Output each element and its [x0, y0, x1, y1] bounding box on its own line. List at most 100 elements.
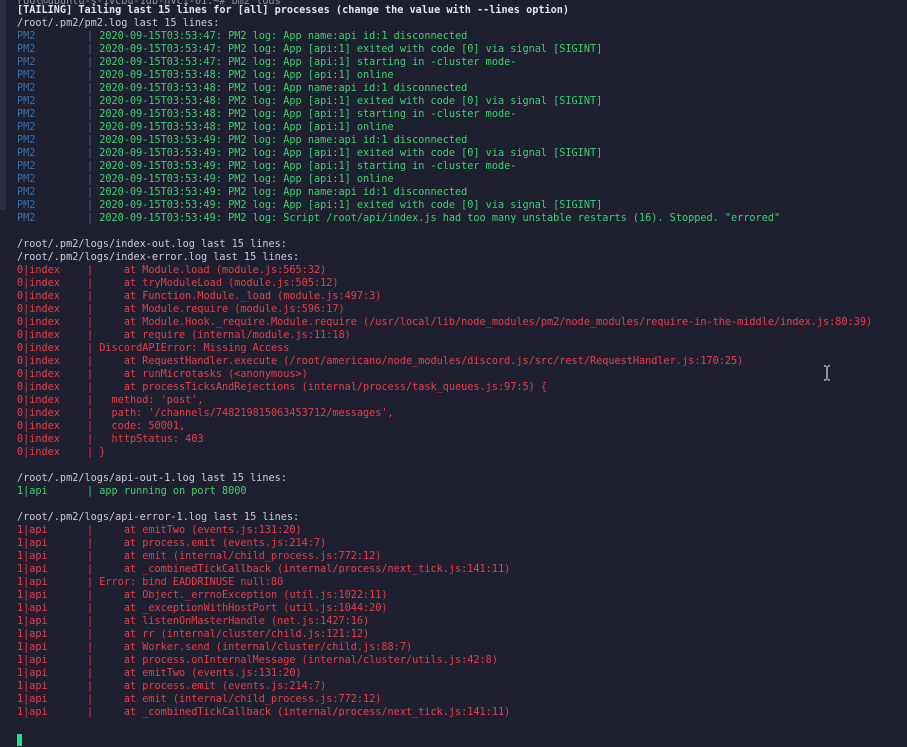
prefix-separator: |: [87, 395, 100, 406]
log-text: 2020-09-15T03:53:48: PM2 log: App name:a…: [99, 83, 468, 94]
log-line: 1|api | at emitTwo (events.js:131:20): [17, 667, 907, 680]
process-prefix: 0|index: [17, 382, 60, 393]
log-text: 2020-09-15T03:53:49: PM2 log: App [api:1…: [99, 161, 517, 172]
log-text: at Module.require (module.js:596:17): [99, 304, 345, 315]
log-line: 1|api | at emitTwo (events.js:131:20): [17, 524, 907, 537]
log-line: PM2 | 2020-09-15T03:53:48: PM2 log: App n…: [17, 82, 907, 95]
process-prefix: 1|api: [17, 603, 48, 614]
log-text: at Object._errnoException (util.js:1022:…: [99, 590, 388, 601]
log-line: 1|api | at Worker.send (internal/cluster/…: [17, 641, 907, 654]
prefix-separator: |: [87, 291, 100, 302]
log-text: at RequestHandler.execute (/root/america…: [99, 356, 744, 367]
log-text: at processTicksAndRejections (internal/p…: [99, 382, 548, 393]
process-prefix: 1|api: [17, 486, 48, 497]
log-text: 2020-09-15T03:53:49: PM2 log: App [api:1…: [99, 174, 394, 185]
log-line: 0|index | code: 50001,: [17, 420, 907, 433]
log-line: 1|api | at process.onInternalMessage (int…: [17, 654, 907, 667]
scrollbar[interactable]: [0, 0, 6, 210]
log-line: PM2 | 2020-09-15T03:53:49: PM2 log: App […: [17, 173, 907, 186]
log-text: at process.emit (events.js:214:7): [99, 538, 327, 549]
process-prefix: 1|api: [17, 525, 48, 536]
process-prefix: 0|index: [17, 447, 60, 458]
process-prefix: 1|api: [17, 707, 48, 718]
log-line: 0|index | at Module.require (module.js:59…: [17, 303, 907, 316]
log-line: 0|index | at require (internal/module.js:…: [17, 329, 907, 342]
process-prefix: PM2: [17, 96, 36, 107]
process-prefix: 0|index: [17, 265, 60, 276]
process-prefix: 1|api: [17, 590, 48, 601]
process-prefix: 0|index: [17, 343, 60, 354]
log-text: httpStatus: 403: [99, 434, 204, 445]
prefix-separator: |: [87, 564, 100, 575]
log-line: PM2 | 2020-09-15T03:53:47: PM2 log: App n…: [17, 30, 907, 43]
prefix-separator: |: [87, 603, 100, 614]
log-text: at emitTwo (events.js:131:20): [99, 525, 302, 536]
log-text: at emitTwo (events.js:131:20): [99, 668, 302, 679]
log-line: 0|index | DiscordAPIError: Missing Access: [17, 342, 907, 355]
log-text: at Worker.send (internal/cluster/child.j…: [99, 642, 413, 653]
prefix-separator: |: [87, 70, 100, 81]
log-line: 0|index | at Function.Module._load (modul…: [17, 290, 907, 303]
log-text: 2020-09-15T03:53:48: PM2 log: App [api:1…: [99, 70, 394, 81]
log-section-header: /root/.pm2/logs/index-error.log last 15 …: [17, 252, 300, 263]
log-line: 0|index | path: '/channels/74821981506345…: [17, 407, 907, 420]
log-text: 2020-09-15T03:53:49: PM2 log: App name:a…: [99, 187, 468, 198]
process-prefix: PM2: [17, 148, 36, 159]
process-prefix: PM2: [17, 213, 36, 224]
log-line: PM2 | 2020-09-15T03:53:47: PM2 log: App […: [17, 56, 907, 69]
log-text: code: 50001,: [99, 421, 186, 432]
log-line: PM2 | 2020-09-15T03:53:48: PM2 log: App […: [17, 108, 907, 121]
log-text: at Module.Hook._require.Module.require (…: [99, 317, 873, 328]
log-text: at emit (internal/child_process.js:772:1…: [99, 694, 382, 705]
prefix-separator: |: [87, 135, 100, 146]
log-text: 2020-09-15T03:53:47: PM2 log: App [api:1…: [99, 44, 603, 55]
prefix-separator: |: [87, 551, 100, 562]
prefix-separator: |: [87, 187, 100, 198]
process-prefix: 1|api: [17, 564, 48, 575]
log-text: at Module.load (module.js:565:32): [99, 265, 327, 276]
process-prefix: PM2: [17, 70, 36, 81]
log-line: PM2 | 2020-09-15T03:53:49: PM2 log: App […: [17, 199, 907, 212]
process-prefix: PM2: [17, 174, 36, 185]
log-line: PM2 | 2020-09-15T03:53:48: PM2 log: App […: [17, 121, 907, 134]
process-prefix: PM2: [17, 109, 36, 120]
prefix-separator: |: [87, 330, 100, 341]
log-text: at Function.Module._load (module.js:497:…: [99, 291, 382, 302]
process-prefix: PM2: [17, 200, 36, 211]
prefix-separator: |: [87, 161, 100, 172]
process-prefix: 1|api: [17, 694, 48, 705]
log-line: 1|api | at listenOnMasterHandle (net.js:1…: [17, 615, 907, 628]
process-prefix: 1|api: [17, 642, 48, 653]
prefix-separator: |: [87, 265, 100, 276]
prefix-separator: |: [87, 616, 100, 627]
log-text: 2020-09-15T03:53:48: PM2 log: App [api:1…: [99, 109, 517, 120]
process-prefix: PM2: [17, 161, 36, 172]
prefix-separator: |: [87, 525, 100, 536]
process-prefix: PM2: [17, 57, 36, 68]
prefix-separator: |: [87, 655, 100, 666]
prefix-separator: |: [87, 57, 100, 68]
log-section-header: /root/.pm2/logs/api-error-1.log last 15 …: [17, 512, 300, 523]
process-prefix: 1|api: [17, 655, 48, 666]
log-line: 0|index | at RequestHandler.execute (/roo…: [17, 355, 907, 368]
log-text: app running on port 8000: [99, 486, 247, 497]
terminal-window[interactable]: root@ubuntu-s-1vcpu-1gb-nyc1-01:~# pm2 l…: [0, 0, 907, 747]
prefix-separator: |: [87, 174, 100, 185]
process-prefix: 0|index: [17, 408, 60, 419]
prefix-separator: |: [87, 447, 100, 458]
process-prefix: 0|index: [17, 278, 60, 289]
prefix-separator: |: [87, 590, 100, 601]
log-text: at require (internal/module.js:11:18): [99, 330, 351, 341]
log-line: PM2 | 2020-09-15T03:53:49: PM2 log: App n…: [17, 186, 907, 199]
prefix-separator: |: [87, 213, 100, 224]
log-line: 0|index | at tryModuleLoad (module.js:505…: [17, 277, 907, 290]
prefix-separator: |: [87, 629, 100, 640]
log-text: at emit (internal/child_process.js:772:1…: [99, 551, 382, 562]
log-line: 0|index | at Module.Hook._require.Module.…: [17, 316, 907, 329]
prefix-separator: |: [87, 486, 100, 497]
log-line: 1|api | at emit (internal/child_process.j…: [17, 550, 907, 563]
prefix-separator: |: [87, 408, 100, 419]
log-line: 1|api | at _exceptionWithHostPort (util.j…: [17, 602, 907, 615]
